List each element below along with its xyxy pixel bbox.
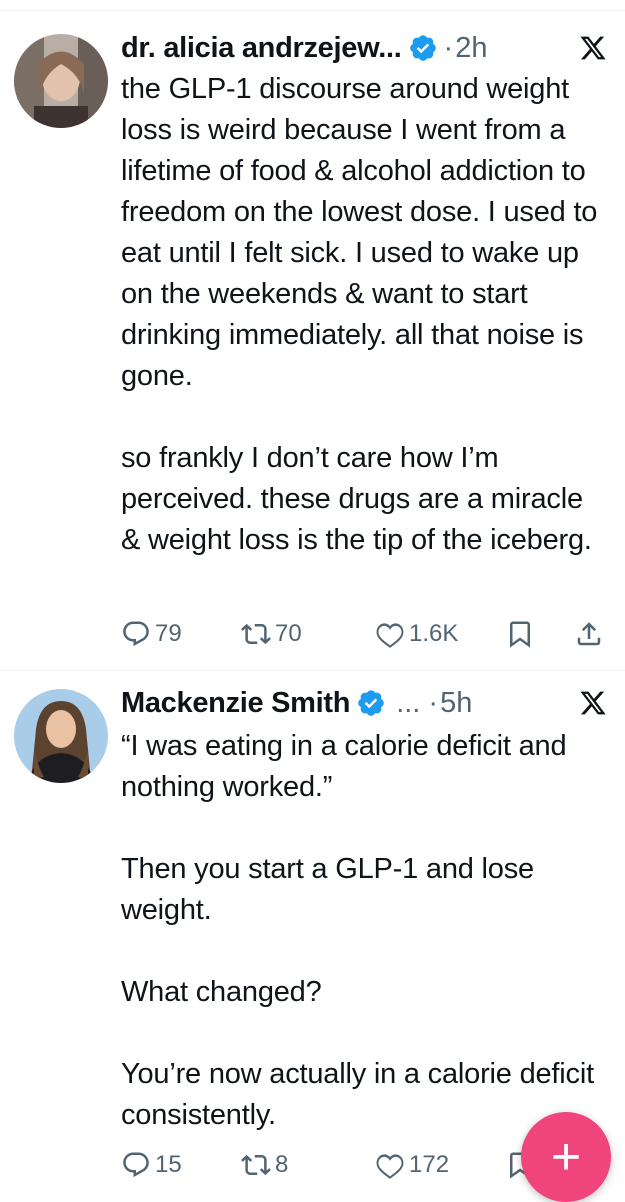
repost-icon [241, 623, 271, 645]
bookmark-button[interactable] [505, 619, 539, 649]
compose-button[interactable]: + [521, 1112, 611, 1202]
timestamp[interactable]: 5h [440, 687, 472, 720]
repost-count: 70 [275, 620, 302, 647]
share-button[interactable] [574, 619, 608, 649]
heart-icon [376, 1154, 404, 1179]
share-icon [577, 622, 601, 646]
x-logo-icon[interactable] [579, 34, 607, 62]
like-count: 172 [409, 1151, 450, 1178]
reply-count: 15 [155, 1151, 182, 1178]
tweet-header: dr. alicia andrzejew... · 2h [121, 28, 609, 68]
heart-icon [376, 623, 404, 648]
repost-count: 8 [275, 1151, 289, 1178]
reply-icon [123, 1152, 149, 1178]
verified-badge-icon [409, 35, 436, 61]
repost-button[interactable]: 70 [241, 619, 302, 649]
verified-badge-icon [358, 690, 384, 716]
repost-button[interactable]: 8 [241, 1150, 288, 1180]
tweet-text: the GLP-1 discourse around weight loss i… [121, 73, 598, 556]
avatar[interactable] [14, 689, 108, 783]
separator-dot: · [443, 31, 454, 64]
bookmark-icon [510, 621, 530, 648]
x-logo-icon[interactable] [579, 689, 607, 717]
tweet-card[interactable]: Mackenzie Smith ... · 5h “I was eating i… [0, 671, 625, 1200]
reply-count: 79 [155, 620, 182, 647]
separator-dot: ... · [396, 686, 439, 719]
plus-icon: + [550, 1128, 582, 1186]
tweet-header: Mackenzie Smith ... · 5h [121, 683, 609, 723]
like-button[interactable]: 172 [375, 1150, 449, 1180]
author-name[interactable]: dr. alicia andrzejew... [121, 32, 402, 65]
tweet-text: “I was eating in a calorie deficit and n… [121, 730, 594, 1131]
author-name[interactable]: Mackenzie Smith [121, 687, 350, 720]
like-button[interactable]: 1.6K [375, 619, 458, 649]
tweet-actions: 79 70 1.6K [121, 614, 605, 654]
repost-icon [241, 1154, 271, 1176]
tweet-card[interactable]: dr. alicia andrzejew... · 2h the GLP-1 d… [0, 0, 625, 670]
avatar[interactable] [14, 34, 108, 128]
reply-button[interactable]: 15 [121, 1150, 182, 1180]
reply-icon [123, 621, 149, 647]
reply-button[interactable]: 79 [121, 619, 182, 649]
timestamp[interactable]: 2h [455, 32, 487, 65]
like-count: 1.6K [409, 620, 459, 647]
